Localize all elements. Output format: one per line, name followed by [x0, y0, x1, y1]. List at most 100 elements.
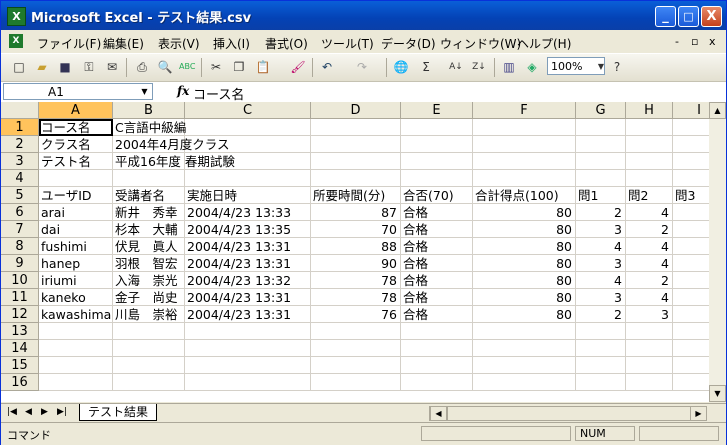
row-header-4[interactable]: 4 — [1, 170, 39, 187]
cell-c13[interactable] — [185, 323, 311, 340]
cell-d2[interactable] — [311, 136, 401, 153]
chart-wizard-icon[interactable]: ▥ — [501, 59, 517, 75]
cell-f6[interactable]: 80 — [473, 204, 576, 221]
cell-e6[interactable]: 合格 — [401, 204, 473, 221]
cell-d16[interactable] — [311, 374, 401, 391]
cell-f12[interactable]: 80 — [473, 306, 576, 323]
next-sheet-icon[interactable]: ▶ — [41, 407, 48, 417]
cell-c9[interactable]: 2004/4/23 13:31 — [185, 255, 311, 272]
menu-file[interactable]: ファイル(F) — [37, 35, 101, 52]
cell-h6[interactable]: 4 — [626, 204, 673, 221]
cell-d1[interactable] — [311, 119, 401, 136]
row-header-16[interactable]: 16 — [1, 374, 39, 391]
cell-h8[interactable]: 4 — [626, 238, 673, 255]
menu-edit[interactable]: 編集(E) — [103, 35, 144, 52]
cell-a5[interactable]: ユーザID — [39, 187, 113, 204]
scroll-thumb[interactable] — [447, 406, 692, 421]
cell-g3[interactable] — [576, 153, 626, 170]
cell-f5[interactable]: 合計得点(100) — [473, 187, 576, 204]
column-header-b[interactable]: B — [113, 102, 185, 119]
cell-b3[interactable]: 平成16年度 春期試験 — [113, 153, 235, 170]
cell-d9[interactable]: 90 — [311, 255, 401, 272]
cell-h4[interactable] — [626, 170, 673, 187]
cell-a6[interactable]: arai — [39, 204, 113, 221]
cell-d4[interactable] — [311, 170, 401, 187]
row-header-6[interactable]: 6 — [1, 204, 39, 221]
hyperlink-icon[interactable]: 🌐 — [393, 59, 409, 75]
save-icon[interactable]: ■ — [57, 59, 73, 75]
cell-g12[interactable]: 2 — [576, 306, 626, 323]
cell-g8[interactable]: 4 — [576, 238, 626, 255]
print-preview-icon[interactable]: 🔍 — [157, 59, 173, 75]
cell-f15[interactable] — [473, 357, 576, 374]
cell-b15[interactable] — [113, 357, 185, 374]
cell-g16[interactable] — [576, 374, 626, 391]
cell-a1[interactable]: コース名 — [39, 119, 113, 136]
cell-g14[interactable] — [576, 340, 626, 357]
cell-d8[interactable]: 88 — [311, 238, 401, 255]
format-painter-icon[interactable]: 🖌 — [290, 59, 306, 75]
row-header-1[interactable]: 1 — [1, 119, 39, 136]
prev-sheet-icon[interactable]: ◀ — [25, 407, 32, 417]
cell-e9[interactable]: 合格 — [401, 255, 473, 272]
cell-e15[interactable] — [401, 357, 473, 374]
paste-icon[interactable]: 📋 — [255, 59, 271, 75]
column-header-d[interactable]: D — [311, 102, 401, 119]
cell-f10[interactable]: 80 — [473, 272, 576, 289]
menu-format[interactable]: 書式(O) — [265, 35, 308, 52]
spelling-icon[interactable]: ABC — [179, 59, 195, 75]
cell-e13[interactable] — [401, 323, 473, 340]
row-header-8[interactable]: 8 — [1, 238, 39, 255]
menu-help[interactable]: ヘルプ(H) — [517, 35, 571, 52]
cell-a13[interactable] — [39, 323, 113, 340]
cut-icon[interactable]: ✂ — [208, 59, 224, 75]
cell-e5[interactable]: 合否(70) — [401, 187, 473, 204]
open-icon[interactable]: ▰ — [34, 59, 50, 75]
worksheet-grid[interactable]: A B C D E F G H I 1 コース名 C言語中級編 2 クラス名 2004年4月度クラス 3 テスト… — [1, 102, 726, 402]
cell-h12[interactable]: 3 — [626, 306, 673, 323]
cell-b10[interactable]: 入海 崇光 — [113, 272, 185, 289]
new-icon[interactable]: □ — [11, 59, 27, 75]
cell-a11[interactable]: kaneko — [39, 289, 113, 306]
cell-c6[interactable]: 2004/4/23 13:33 — [185, 204, 311, 221]
cell-h2[interactable] — [626, 136, 673, 153]
row-header-10[interactable]: 10 — [1, 272, 39, 289]
row-header-9[interactable]: 9 — [1, 255, 39, 272]
row-header-7[interactable]: 7 — [1, 221, 39, 238]
cell-g5[interactable]: 問1 — [576, 187, 626, 204]
cell-f2[interactable] — [473, 136, 576, 153]
menu-tools[interactable]: ツール(T) — [321, 35, 374, 52]
row-header-14[interactable]: 14 — [1, 340, 39, 357]
cell-c12[interactable]: 2004/4/23 13:31 — [185, 306, 311, 323]
menu-insert[interactable]: 挿入(I) — [213, 35, 250, 52]
cell-c16[interactable] — [185, 374, 311, 391]
cell-h7[interactable]: 2 — [626, 221, 673, 238]
column-header-e[interactable]: E — [401, 102, 473, 119]
row-header-11[interactable]: 11 — [1, 289, 39, 306]
cell-h13[interactable] — [626, 323, 673, 340]
cell-c4[interactable] — [185, 170, 311, 187]
cell-c1[interactable] — [185, 119, 311, 136]
cell-f14[interactable] — [473, 340, 576, 357]
cell-c15[interactable] — [185, 357, 311, 374]
select-all-corner[interactable] — [1, 102, 39, 119]
cell-a16[interactable] — [39, 374, 113, 391]
last-sheet-icon[interactable]: ▶| — [57, 407, 67, 417]
cell-e3[interactable] — [401, 153, 473, 170]
cell-d7[interactable]: 70 — [311, 221, 401, 238]
cell-g4[interactable] — [576, 170, 626, 187]
row-header-12[interactable]: 12 — [1, 306, 39, 323]
formula-input[interactable]: コース名 — [193, 84, 244, 103]
zoom-dropdown-icon[interactable]: ▼ — [593, 59, 609, 75]
cell-b9[interactable]: 羽根 智宏 — [113, 255, 185, 272]
sort-descending-icon[interactable]: Z↓ — [471, 59, 487, 75]
cell-e7[interactable]: 合格 — [401, 221, 473, 238]
maximize-button[interactable]: □ — [678, 6, 699, 27]
cell-b16[interactable] — [113, 374, 185, 391]
name-box-dropdown-icon[interactable]: ▼ — [138, 85, 151, 98]
cell-d3[interactable] — [311, 153, 401, 170]
document-icon[interactable]: X — [9, 34, 23, 48]
permission-icon[interactable]: ⚿ — [81, 59, 97, 75]
cell-g13[interactable] — [576, 323, 626, 340]
cell-f4[interactable] — [473, 170, 576, 187]
